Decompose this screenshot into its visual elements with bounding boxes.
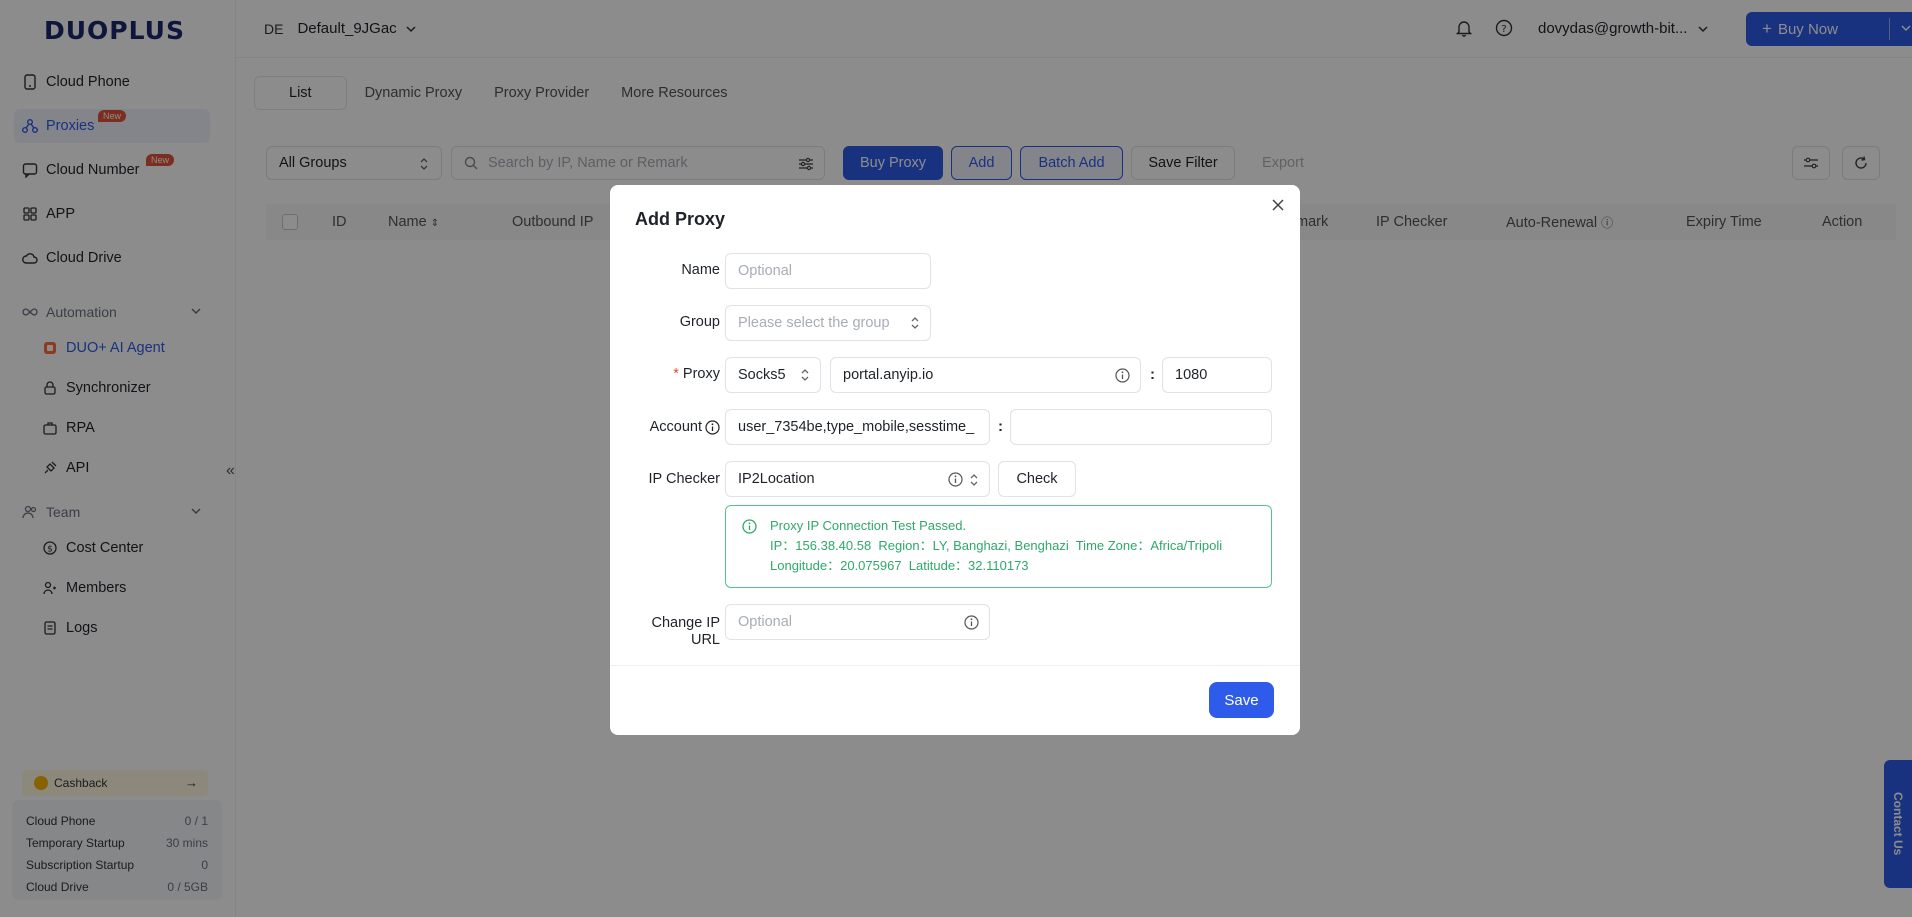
check-button[interactable]: Check	[998, 461, 1076, 497]
colon-separator: :	[1150, 366, 1155, 383]
account-label: Account	[635, 419, 720, 435]
account-password-input[interactable]	[1010, 409, 1272, 445]
proxy-host-input[interactable]: portal.anyip.io	[830, 357, 1141, 393]
connection-test-result: Proxy IP Connection Test Passed. IP：156.…	[725, 505, 1272, 588]
dialog-footer-divider	[610, 665, 1300, 666]
result-details: IP：156.38.40.58 Region：LY, Banghazi, Ben…	[770, 538, 1223, 553]
info-icon[interactable]	[964, 615, 979, 630]
sort-arrows-icon	[910, 316, 920, 330]
proxy-label: * Proxy	[635, 366, 720, 382]
name-input[interactable]: Optional	[725, 253, 931, 289]
ip-checker-select[interactable]: IP2Location	[725, 461, 990, 497]
account-username-input[interactable]: user_7354be,type_mobile,sesstime_	[725, 409, 990, 445]
change-ip-label-line-2: URL	[690, 632, 720, 648]
select-suffix	[948, 472, 979, 487]
dialog-title: Add Proxy	[635, 209, 726, 229]
change-ip-url-input[interactable]: Optional	[725, 604, 990, 640]
save-button[interactable]: Save	[1209, 682, 1274, 718]
group-label: Group	[679, 314, 720, 330]
group-placeholder: Please select the group	[738, 315, 890, 331]
change-ip-label-line-1: Change IP	[651, 615, 720, 631]
name-label: Name	[681, 262, 720, 278]
info-icon[interactable]	[1115, 368, 1130, 383]
ip-checker-value: IP2Location	[738, 471, 815, 487]
result-title: Proxy IP Connection Test Passed.	[770, 518, 967, 533]
group-select[interactable]: Please select the group	[725, 305, 931, 341]
proxy-type-value: Socks5	[738, 367, 786, 383]
result-coordinates: Longitude：20.075967 Latitude：32.110173	[770, 558, 1029, 573]
info-icon[interactable]	[948, 472, 963, 487]
info-icon[interactable]	[705, 419, 720, 435]
proxy-type-select[interactable]: Socks5	[725, 357, 821, 393]
close-icon[interactable]	[1272, 199, 1284, 211]
ip-checker-label: IP Checker	[648, 471, 720, 487]
sort-arrows-icon	[969, 473, 979, 487]
add-proxy-dialog: Add Proxy Name Optional Group Please sel…	[610, 185, 1300, 735]
change-ip-url-label: Change IP URL	[625, 615, 720, 649]
info-icon	[742, 519, 757, 534]
change-ip-placeholder: Optional	[738, 614, 793, 630]
proxy-label-text: Proxy	[682, 366, 720, 382]
proxy-port-input[interactable]: 1080	[1162, 357, 1272, 393]
proxy-host-value: portal.anyip.io	[843, 367, 934, 383]
colon-separator: :	[998, 418, 1003, 435]
required-asterisk: *	[673, 366, 679, 382]
sort-arrows-icon	[800, 368, 810, 382]
account-label-text: Account	[649, 419, 702, 435]
